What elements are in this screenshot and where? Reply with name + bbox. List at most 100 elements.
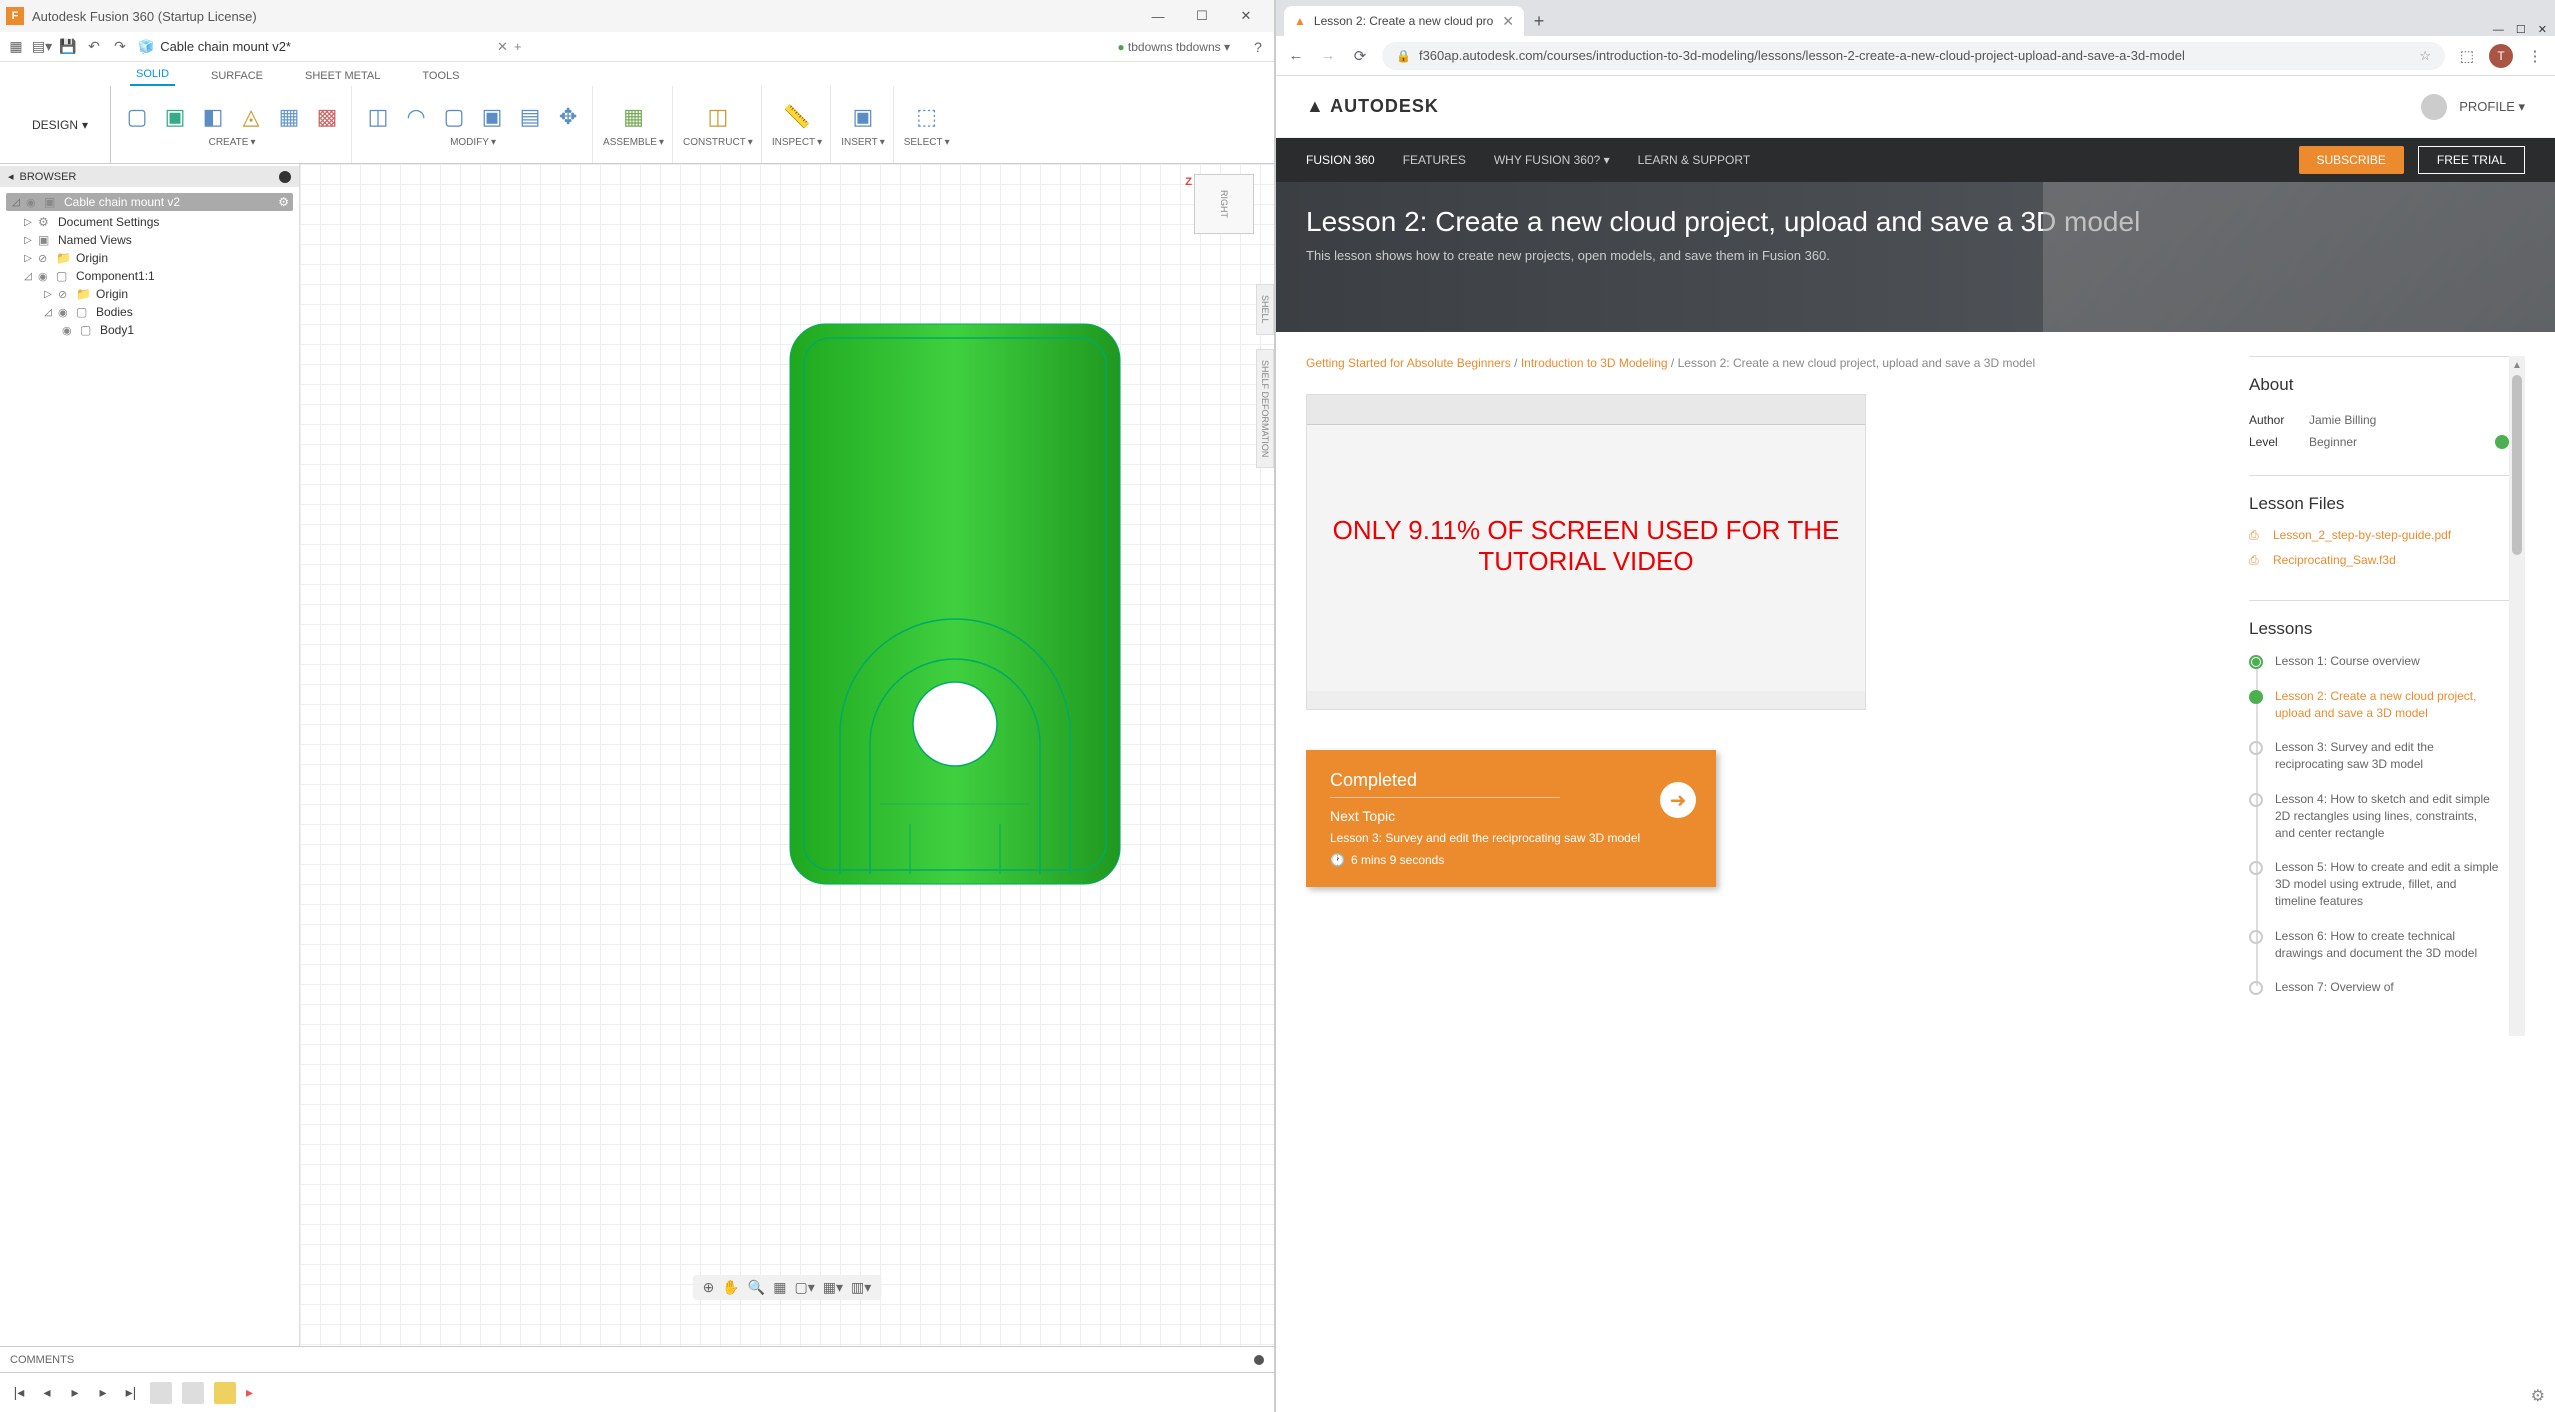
timeline-marker-icon[interactable]: ▸ [246,1384,253,1401]
sketch-icon[interactable]: ▢ [121,101,153,133]
scroll-thumb[interactable] [2512,375,2522,555]
timeline-play-icon[interactable]: ▸ [66,1384,84,1401]
chrome-close-button[interactable]: ✕ [2538,23,2547,36]
reload-icon[interactable]: ⟳ [1350,47,1370,65]
tree-named-views[interactable]: ▷▣Named Views [0,231,299,249]
timeline-feature-2[interactable] [182,1382,204,1404]
next-topic-card[interactable]: Completed Next Topic Lesson 3: Survey an… [1306,750,1716,887]
tree-bodies[interactable]: ◿◉▢Bodies [0,303,299,321]
tree-origin[interactable]: ▷⊘📁Origin [0,249,299,267]
menu-icon[interactable]: ⋮ [2525,47,2545,65]
close-tab-icon[interactable]: ✕ [497,39,508,55]
fillet-icon[interactable]: ◠ [400,101,432,133]
breadcrumb-2[interactable]: Introduction to 3D Modeling [1521,356,1668,370]
ribbon-group-modify[interactable]: MODIFY ▾ [450,137,496,148]
lesson-item[interactable]: Lesson 1: Course overview [2249,653,2499,670]
sweep-icon[interactable]: ◬ [235,101,267,133]
comments-bar[interactable]: COMMENTS [0,1346,1274,1372]
combine-icon[interactable]: ▣ [476,101,508,133]
grid-icon[interactable]: ▦▾ [823,1279,843,1296]
display-icon[interactable]: ▢▾ [795,1279,815,1296]
chrome-minimize-button[interactable]: — [2493,24,2504,36]
loft-icon[interactable]: ▦ [273,101,305,133]
browser-header[interactable]: ◂ BROWSER [0,166,299,187]
autodesk-avatar[interactable] [2421,94,2447,120]
subscribe-button[interactable]: SUBSCRIBE [2299,146,2404,174]
timeline-fwd-icon[interactable]: ▸ [94,1384,112,1401]
ribbon-tab-surface[interactable]: SURFACE [205,66,269,86]
ribbon-tab-solid[interactable]: SOLID [130,64,175,86]
select-icon[interactable]: ⬚ [911,101,943,133]
align-icon[interactable]: ▤ [514,101,546,133]
video-player[interactable]: ONLY 9.11% OF SCREEN USED FOR THE TUTORI… [1306,394,1866,710]
orbit-icon[interactable]: ⊕ [703,1279,715,1296]
tree-component[interactable]: ◿◉▢Component1:1 [0,267,299,285]
tree-body1[interactable]: ◉▢Body1 [0,321,299,339]
timeline-feature-3[interactable] [214,1382,236,1404]
tree-root[interactable]: ◿◉▣Cable chain mount v2 ⚙ [6,193,293,211]
ribbon-group-inspect[interactable]: INSPECT ▾ [772,137,822,148]
document-tab[interactable]: 🧊 Cable chain mount v2* ✕ + [138,39,522,55]
redo-icon[interactable]: ↷ [112,39,128,55]
ribbon-group-select[interactable]: SELECT ▾ [904,137,950,148]
viewcube[interactable]: RIGHT [1194,174,1254,234]
lesson-item[interactable]: Lesson 2: Create a new cloud project, up… [2249,688,2499,722]
new-tab-icon[interactable]: + [514,39,522,54]
side-tab-shell[interactable]: SHELL [1256,284,1274,335]
zoom-icon[interactable]: 🔍 [748,1279,765,1296]
chrome-maximize-button[interactable]: ☐ [2516,23,2526,36]
viewport[interactable]: Z RIGHT SHELL SHELF DEFORMATION ⊕ ✋ 🔍 [300,164,1274,1346]
data-panel-icon[interactable]: ▦ [8,39,24,55]
tree-comp-origin[interactable]: ▷⊘📁Origin [0,285,299,303]
comments-pin-icon[interactable] [1254,1355,1264,1365]
pin-icon[interactable] [279,171,291,183]
browser-tab[interactable]: ▲ Lesson 2: Create a new cloud pro ✕ [1284,6,1524,36]
tab-close-icon[interactable]: ✕ [1502,13,1514,30]
tree-doc-settings[interactable]: ▷⚙Document Settings [0,213,299,231]
inspect-icon[interactable]: 📏 [781,101,813,133]
free-trial-button[interactable]: FREE TRIAL [2418,146,2525,174]
maximize-button[interactable]: ☐ [1180,0,1224,32]
assemble-icon[interactable]: ▦ [618,101,650,133]
fit-icon[interactable]: ▦ [773,1279,786,1296]
box-icon[interactable]: ▩ [311,101,343,133]
autodesk-logo[interactable]: ▲ AUTODESK [1306,96,1439,117]
timeline-back-icon[interactable]: ◂ [38,1384,56,1401]
shell-icon[interactable]: ▢ [438,101,470,133]
minimize-button[interactable]: — [1136,0,1180,32]
new-tab-button[interactable]: + [1524,6,1554,36]
model-3d[interactable] [780,314,1130,894]
ribbon-tab-tools[interactable]: TOOLS [416,66,465,86]
lesson-item[interactable]: Lesson 4: How to sketch and edit simple … [2249,791,2499,841]
user-label[interactable]: ● tbdowns tbdowns ▾ [1117,40,1230,54]
ribbon-group-assemble[interactable]: ASSEMBLE ▾ [603,137,664,148]
save-icon[interactable]: 💾 [60,39,76,55]
lesson-file[interactable]: ⎙Reciprocating_Saw.f3d [2249,553,2509,568]
pan-icon[interactable]: ✋ [722,1279,739,1296]
presspull-icon[interactable]: ◫ [362,101,394,133]
construct-icon[interactable]: ◫ [702,101,734,133]
lesson-file[interactable]: ⎙Lesson_2_step-by-step-guide.pdf [2249,528,2509,543]
side-tab-deform[interactable]: SHELF DEFORMATION [1256,349,1274,468]
file-menu-icon[interactable]: ▤▾ [34,39,50,55]
revolve-icon[interactable]: ◧ [197,101,229,133]
insert-icon[interactable]: ▣ [847,101,879,133]
back-icon[interactable]: ← [1286,47,1306,64]
profile-dropdown[interactable]: PROFILE ▾ [2459,99,2525,115]
nav-features[interactable]: FEATURES [1403,153,1466,167]
settings-gear-icon[interactable]: ⚙ [2531,1386,2545,1406]
extension-icon[interactable]: ⬚ [2457,47,2477,65]
lesson-item[interactable]: Lesson 5: How to create and edit a simpl… [2249,859,2499,909]
lesson-item[interactable]: Lesson 3: Survey and edit the reciprocat… [2249,739,2499,773]
timeline-start-icon[interactable]: |◂ [10,1384,28,1401]
ribbon-group-construct[interactable]: CONSTRUCT ▾ [683,137,753,148]
close-button[interactable]: ✕ [1224,0,1268,32]
workspace-switcher[interactable]: DESIGN ▾ [18,86,102,163]
undo-icon[interactable]: ↶ [86,39,102,55]
url-field[interactable]: 🔒 f360ap.autodesk.com/courses/introducti… [1382,42,2445,70]
lesson-item[interactable]: Lesson 7: Overview of [2249,979,2499,996]
profile-avatar[interactable]: T [2489,44,2513,68]
viewport-icon[interactable]: ▥▾ [851,1279,871,1296]
forward-icon[interactable]: → [1318,47,1338,64]
ribbon-tab-sheetmetal[interactable]: SHEET METAL [299,66,386,86]
